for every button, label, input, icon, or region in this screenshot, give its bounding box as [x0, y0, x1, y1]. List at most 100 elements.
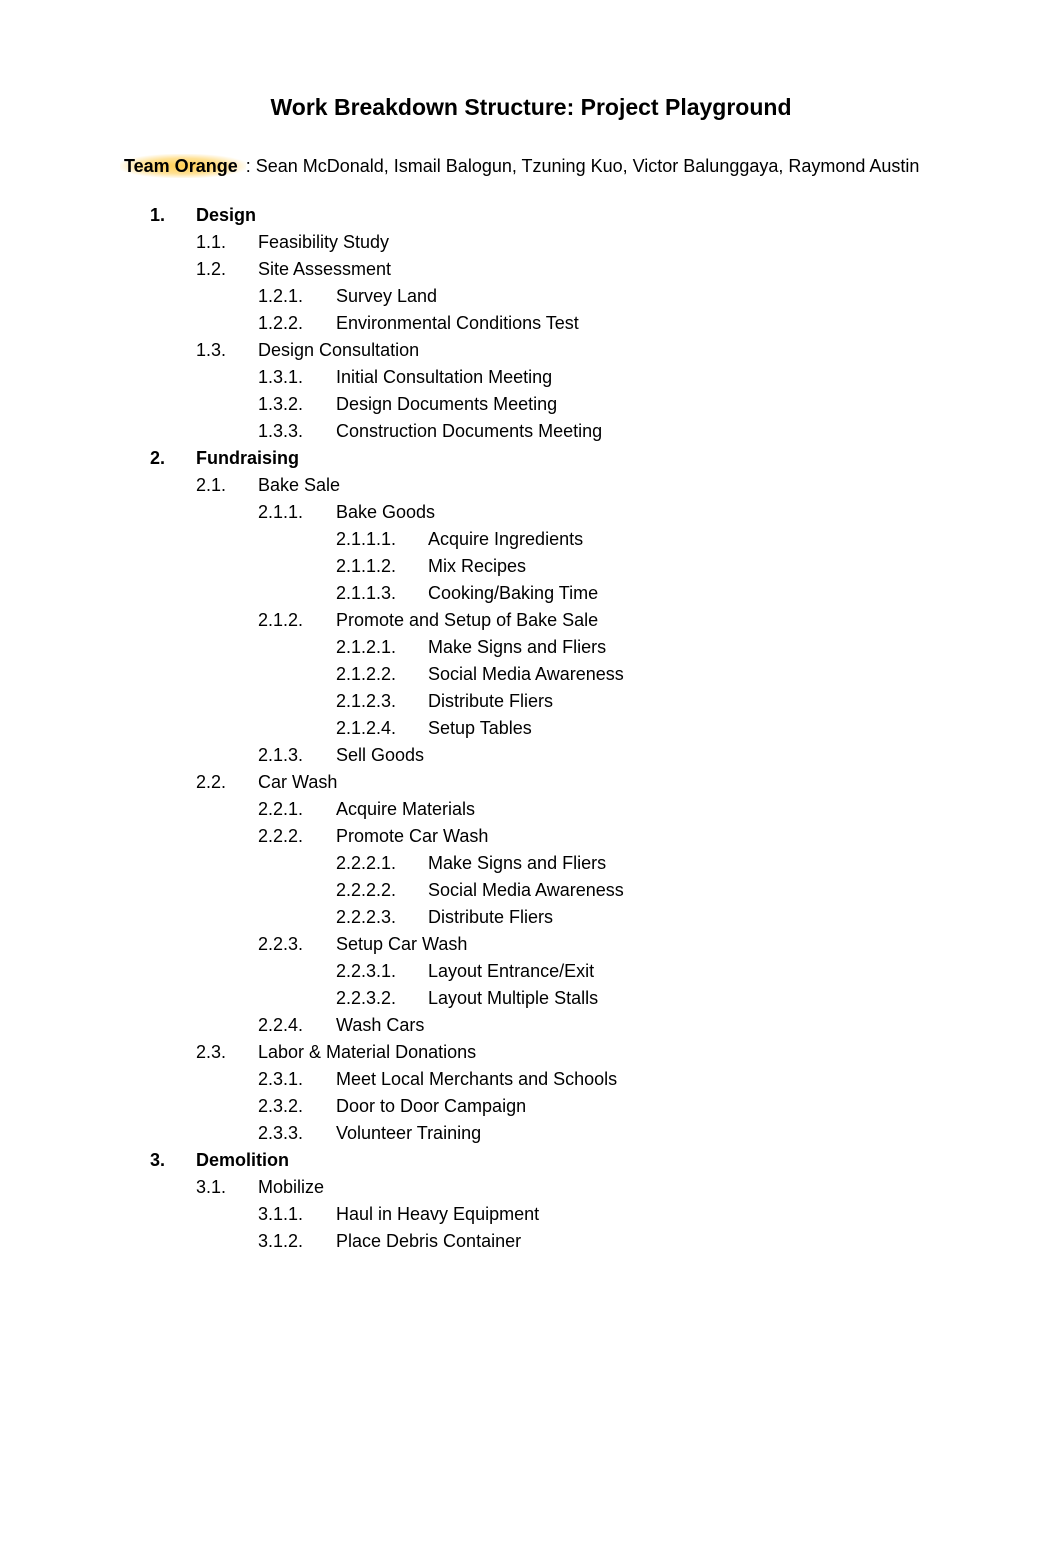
outline-number: 2.3.1. [258, 1066, 336, 1093]
outline-item: 2.3.3.Volunteer Training [258, 1120, 942, 1147]
outline-number: 2.1. [196, 472, 258, 499]
outline-children: 3.1.1.Haul in Heavy Equipment3.1.2.Place… [196, 1201, 942, 1255]
outline-children: 2.1.2.1.Make Signs and Fliers2.1.2.2.Soc… [258, 634, 942, 742]
outline-title: Construction Documents Meeting [336, 418, 602, 445]
outline-number: 2.1.2.4. [336, 715, 428, 742]
outline-number: 2.2.4. [258, 1012, 336, 1039]
outline-number: 1.2.1. [258, 283, 336, 310]
outline-children: 2.1.1.1.Acquire Ingredients2.1.1.2.Mix R… [258, 526, 942, 607]
outline-number: 2.1.2.2. [336, 661, 428, 688]
outline-number: 2.3. [196, 1039, 258, 1066]
outline-children: 1.2.1.Survey Land1.2.2.Environmental Con… [196, 283, 942, 337]
outline-title: Sell Goods [336, 742, 424, 769]
outline-title: Car Wash [258, 769, 337, 796]
outline-title: Mix Recipes [428, 553, 526, 580]
outline-children: 2.2.3.1.Layout Entrance/Exit2.2.3.2.Layo… [258, 958, 942, 1012]
outline-item: 2.1.1.Bake Goods [258, 499, 942, 526]
team-line: Team Orange: Sean McDonald, Ismail Balog… [120, 153, 942, 180]
outline-number: 2.2.2. [258, 823, 336, 850]
outline-number: 1.3. [196, 337, 258, 364]
outline-item: 1.3.Design Consultation [196, 337, 942, 364]
outline-title: Initial Consultation Meeting [336, 364, 552, 391]
team-label-highlight: Team Orange [120, 154, 246, 178]
outline-number: 1.3.1. [258, 364, 336, 391]
outline-item: 2.2.2.3.Distribute Fliers [336, 904, 942, 931]
outline-number: 2.3.3. [258, 1120, 336, 1147]
outline-number: 1.2.2. [258, 310, 336, 337]
outline-title: Wash Cars [336, 1012, 424, 1039]
outline-item: 1.3.1.Initial Consultation Meeting [258, 364, 942, 391]
outline-number: 2.1.1.1. [336, 526, 428, 553]
outline-item: 3.1.Mobilize [196, 1174, 942, 1201]
outline-item: 2.2.2.1.Make Signs and Fliers [336, 850, 942, 877]
outline-item: 3.Demolition [150, 1147, 942, 1174]
outline-item: 3.1.1.Haul in Heavy Equipment [258, 1201, 942, 1228]
outline-number: 2.2.3.2. [336, 985, 428, 1012]
outline-title: Promote Car Wash [336, 823, 488, 850]
outline-number: 3.1. [196, 1174, 258, 1201]
outline-title: Setup Tables [428, 715, 532, 742]
outline-number: 2.1.1.3. [336, 580, 428, 607]
outline-item: 1.3.3.Construction Documents Meeting [258, 418, 942, 445]
outline-title: Bake Sale [258, 472, 340, 499]
document-title: Work Breakdown Structure: Project Playgr… [120, 90, 942, 125]
outline-item: 2.1.1.2.Mix Recipes [336, 553, 942, 580]
outline-children: 2.2.2.1.Make Signs and Fliers2.2.2.2.Soc… [258, 850, 942, 931]
outline-item: 1.2.Site Assessment [196, 256, 942, 283]
outline-title: Design Consultation [258, 337, 419, 364]
outline-item: 1.2.1.Survey Land [258, 283, 942, 310]
outline-title: Acquire Materials [336, 796, 475, 823]
outline-title: Labor & Material Donations [258, 1039, 476, 1066]
outline-number: 1. [150, 202, 196, 229]
outline-item: 2.1.2.4.Setup Tables [336, 715, 942, 742]
outline-title: Social Media Awareness [428, 877, 624, 904]
outline-item: 2.1.3.Sell Goods [258, 742, 942, 769]
outline-item: 2.1.2.2.Social Media Awareness [336, 661, 942, 688]
outline-number: 2.2.3. [258, 931, 336, 958]
outline-number: 2.2.2.2. [336, 877, 428, 904]
outline-item: 2.2.3.Setup Car Wash [258, 931, 942, 958]
outline-number: 2.2.2.3. [336, 904, 428, 931]
outline-number: 2.2.1. [258, 796, 336, 823]
outline-number: 3.1.1. [258, 1201, 336, 1228]
outline-item: 2.3.Labor & Material Donations [196, 1039, 942, 1066]
outline-title: Make Signs and Fliers [428, 850, 606, 877]
outline-number: 2.1.3. [258, 742, 336, 769]
outline-children: 1.3.1.Initial Consultation Meeting1.3.2.… [196, 364, 942, 445]
outline-title: Acquire Ingredients [428, 526, 583, 553]
outline-title: Design Documents Meeting [336, 391, 557, 418]
outline-title: Mobilize [258, 1174, 324, 1201]
outline-title: Distribute Fliers [428, 904, 553, 931]
outline-number: 2.1.2.1. [336, 634, 428, 661]
outline-number: 1.1. [196, 229, 258, 256]
outline-title: Feasibility Study [258, 229, 389, 256]
outline-item: 2.1.1.1.Acquire Ingredients [336, 526, 942, 553]
outline-number: 2. [150, 445, 196, 472]
outline-title: Place Debris Container [336, 1228, 521, 1255]
outline-children: 2.1.1.Bake Goods2.1.1.1.Acquire Ingredie… [196, 499, 942, 769]
team-members: : Sean McDonald, Ismail Balogun, Tzuning… [246, 156, 920, 176]
outline-item: 1.3.2.Design Documents Meeting [258, 391, 942, 418]
outline-title: Promote and Setup of Bake Sale [336, 607, 598, 634]
outline-item: 1.2.2.Environmental Conditions Test [258, 310, 942, 337]
outline-children: 3.1.Mobilize3.1.1.Haul in Heavy Equipmen… [150, 1174, 942, 1255]
outline-title: Setup Car Wash [336, 931, 467, 958]
outline-number: 2.2. [196, 769, 258, 796]
outline-children: 1.1.Feasibility Study1.2.Site Assessment… [150, 229, 942, 445]
outline-title: Site Assessment [258, 256, 391, 283]
outline-number: 2.2.2.1. [336, 850, 428, 877]
outline-item: 2.2.4.Wash Cars [258, 1012, 942, 1039]
outline-item: 2.1.1.3.Cooking/Baking Time [336, 580, 942, 607]
outline-number: 1.3.2. [258, 391, 336, 418]
outline-item: 2.2.Car Wash [196, 769, 942, 796]
outline-number: 3.1.2. [258, 1228, 336, 1255]
outline-item: 1.Design [150, 202, 942, 229]
outline-item: 2.3.1.Meet Local Merchants and Schools [258, 1066, 942, 1093]
outline-title: Survey Land [336, 283, 437, 310]
outline-item: 2.1.2.3.Distribute Fliers [336, 688, 942, 715]
outline-item: 2.2.3.1.Layout Entrance/Exit [336, 958, 942, 985]
outline-number: 2.1.1.2. [336, 553, 428, 580]
outline-number: 2.1.2. [258, 607, 336, 634]
outline-title: Volunteer Training [336, 1120, 481, 1147]
outline-item: 3.1.2.Place Debris Container [258, 1228, 942, 1255]
